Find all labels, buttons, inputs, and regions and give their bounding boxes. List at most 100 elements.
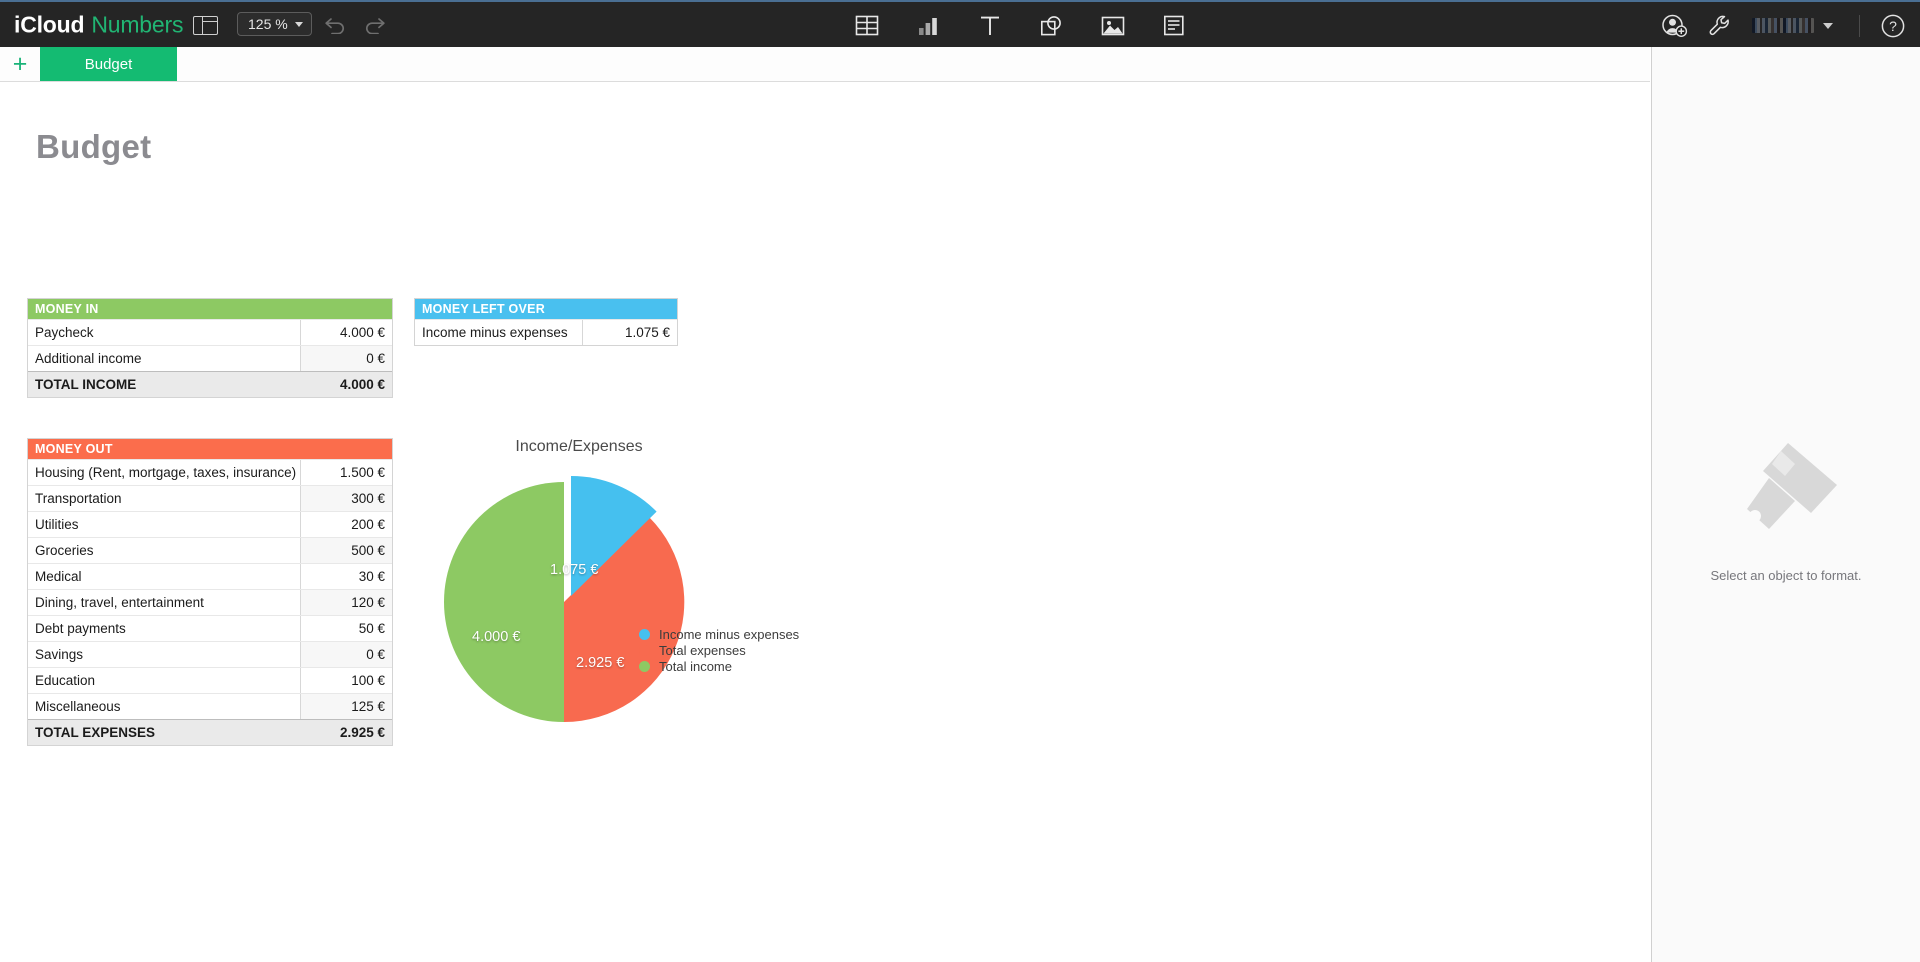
insert-comment-button[interactable] <box>1163 15 1185 36</box>
row-value: 0 € <box>300 642 392 667</box>
shape-icon <box>1040 15 1061 35</box>
redo-arrow-icon <box>366 18 385 34</box>
table-row[interactable]: Additional income 0 € <box>28 345 392 371</box>
legend-swatch-icon <box>639 660 650 672</box>
row-label: Paycheck <box>35 325 94 340</box>
row-value: 1.500 € <box>300 460 392 485</box>
table-row[interactable]: Miscellaneous 125 € <box>28 693 392 719</box>
table-icon <box>855 15 879 36</box>
table-row[interactable]: Transportation 300 € <box>28 485 392 511</box>
row-value: 50 € <box>300 616 392 641</box>
legend-label: Income minus expenses <box>659 626 800 642</box>
format-panel-empty-state: Select an object to format. <box>1652 437 1920 583</box>
row-value: 125 € <box>300 694 392 719</box>
zoom-level-dropdown[interactable]: 125 % <box>237 12 312 36</box>
row-value: 300 € <box>300 486 392 511</box>
row-value: 4.000 € <box>300 320 392 345</box>
row-label: Transportation <box>35 491 122 506</box>
pie-slice-total-income[interactable] <box>444 482 564 722</box>
row-label: Groceries <box>35 543 94 558</box>
chart-legend[interactable]: Income minus expenses Total expenses Tot… <box>639 626 799 674</box>
pie-label-total-expenses: 2.925 € <box>576 655 625 671</box>
table-row[interactable]: Dining, travel, entertainment 120 € <box>28 589 392 615</box>
total-value: 2.925 € <box>339 725 385 740</box>
total-value: 4.000 € <box>339 377 385 392</box>
row-value: 0 € <box>300 346 392 371</box>
row-value: 30 € <box>300 564 392 589</box>
sheet-tab-bar: + Budget <box>0 47 1650 82</box>
insert-chart-button[interactable] <box>917 15 941 36</box>
table-row[interactable]: Income minus expenses 1.075 € <box>415 319 677 345</box>
brand-icloud: iCloud <box>14 11 85 37</box>
insert-image-button[interactable] <box>1101 16 1125 36</box>
table-money-out[interactable]: MONEY OUT Housing (Rent, mortgage, taxes… <box>27 438 393 746</box>
row-value: 1.075 € <box>582 320 677 345</box>
format-panel[interactable]: Select an object to format. <box>1651 47 1920 962</box>
row-value: 500 € <box>300 538 392 563</box>
undo-button[interactable] <box>322 10 350 38</box>
table-header-money-left-over: MONEY LEFT OVER <box>415 299 677 319</box>
window-sidebar-icon <box>192 15 218 35</box>
sheet-tab-label: Budget <box>84 55 133 73</box>
chart-icon <box>919 18 937 35</box>
sidebar-toggle-button[interactable] <box>190 11 220 39</box>
brand-app-name: Numbers <box>91 11 184 37</box>
insert-shape-button[interactable] <box>1039 15 1063 37</box>
total-label: TOTAL EXPENSES <box>35 725 156 740</box>
row-label: Debt payments <box>35 621 126 636</box>
row-label: Additional income <box>35 351 142 366</box>
redo-button[interactable] <box>360 10 388 38</box>
table-header-label: MONEY LEFT OVER <box>422 302 545 316</box>
collaborate-button[interactable] <box>1661 13 1688 38</box>
sheet-tab-budget[interactable]: Budget <box>40 47 177 81</box>
table-row[interactable]: Medical 30 € <box>28 563 392 589</box>
table-row[interactable]: Groceries 500 € <box>28 537 392 563</box>
chevron-down-icon <box>294 21 303 27</box>
toolbar-divider <box>1859 14 1860 37</box>
row-value: 100 € <box>300 668 392 693</box>
table-row[interactable]: Housing (Rent, mortgage, taxes, insuranc… <box>28 459 392 485</box>
pie-label-total-income: 4.000 € <box>472 629 521 645</box>
tools-button[interactable] <box>1708 14 1732 38</box>
table-total-row[interactable]: TOTAL INCOME 4.000 € <box>28 371 392 397</box>
table-money-left-over[interactable]: MONEY LEFT OVER Income minus expenses 1.… <box>414 298 678 346</box>
table-row[interactable]: Debt payments 50 € <box>28 615 392 641</box>
chart-income-expenses[interactable]: Income/Expenses 1.075 € 2.925 € 4.000 € … <box>414 438 834 758</box>
comment-icon <box>1163 15 1184 36</box>
row-label: Utilities <box>35 517 79 532</box>
svg-text:?: ? <box>1889 18 1897 34</box>
app-brand: iCloud Numbers <box>14 11 183 38</box>
legend-item[interactable]: Total income <box>639 658 799 674</box>
table-money-in[interactable]: MONEY IN Paycheck 4.000 € Additional inc… <box>27 298 393 398</box>
insert-toolbar-group <box>855 2 1185 49</box>
table-header-money-in: MONEY IN <box>28 299 392 319</box>
row-label: Medical <box>35 569 82 584</box>
table-row[interactable]: Savings 0 € <box>28 641 392 667</box>
legend-label: Total income <box>659 658 732 674</box>
zoom-level-value: 125 % <box>248 16 288 32</box>
row-label: Education <box>35 673 96 688</box>
table-row[interactable]: Utilities 200 € <box>28 511 392 537</box>
spreadsheet-canvas[interactable]: Budget MONEY IN Paycheck 4.000 € Additio… <box>0 82 1650 962</box>
pie-svg <box>444 475 685 723</box>
insert-table-button[interactable] <box>855 15 879 36</box>
chart-title: Income/Expenses <box>515 438 643 455</box>
help-button[interactable]: ? <box>1880 13 1906 39</box>
account-name-obscured <box>1752 18 1814 33</box>
table-row[interactable]: Education 100 € <box>28 667 392 693</box>
row-label: Housing (Rent, mortgage, taxes, insuranc… <box>35 465 297 480</box>
insert-text-button[interactable] <box>979 15 1001 36</box>
pie-chart-graphic[interactable]: 1.075 € 2.925 € 4.000 € <box>414 470 714 730</box>
add-person-icon <box>1662 14 1688 38</box>
table-row[interactable]: Paycheck 4.000 € <box>28 319 392 345</box>
account-menu[interactable] <box>1752 18 1833 33</box>
add-sheet-button[interactable]: + <box>0 47 40 81</box>
row-label: Miscellaneous <box>35 699 121 714</box>
legend-item[interactable]: Income minus expenses <box>639 626 799 642</box>
row-label: Dining, travel, entertainment <box>35 595 204 610</box>
chevron-down-icon <box>1823 22 1833 29</box>
legend-item[interactable]: Total expenses <box>639 642 799 658</box>
legend-label: Total expenses <box>659 642 746 658</box>
image-icon <box>1101 16 1125 35</box>
table-total-row[interactable]: TOTAL EXPENSES 2.925 € <box>28 719 392 745</box>
